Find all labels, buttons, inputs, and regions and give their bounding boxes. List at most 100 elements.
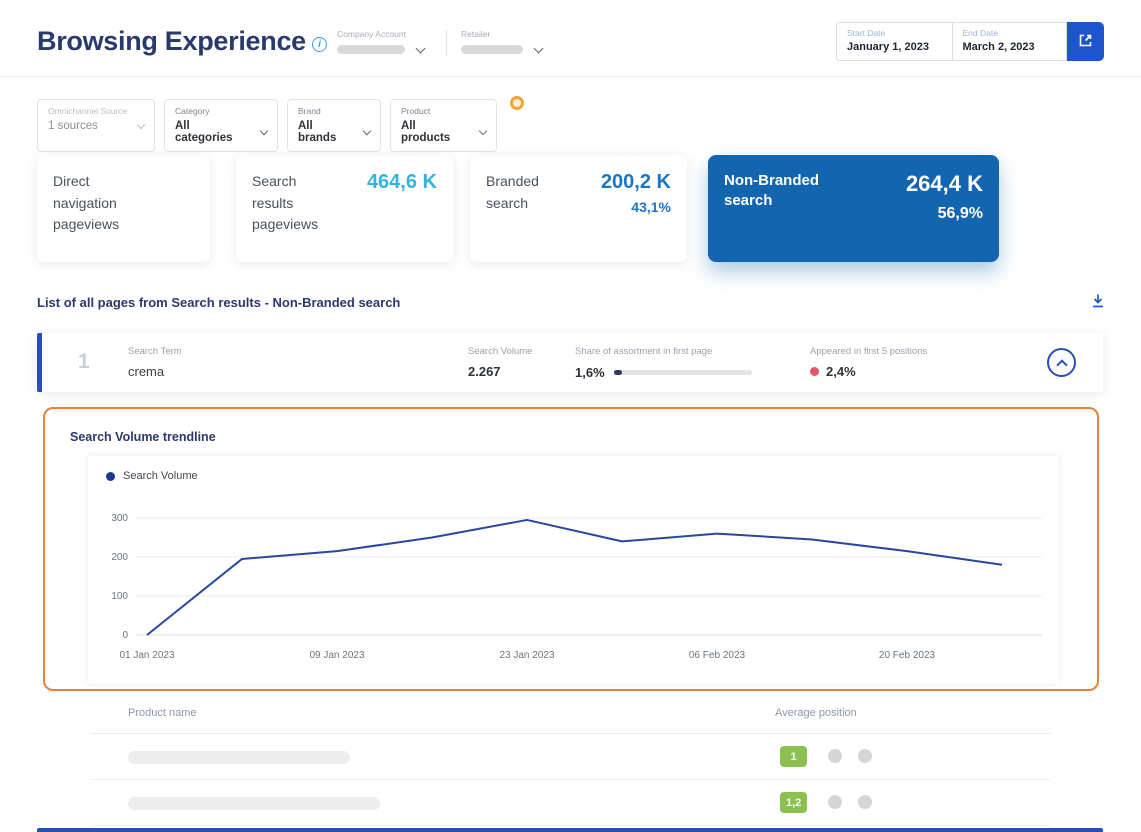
kpi-title: Branded search — [486, 171, 561, 246]
svg-text:200: 200 — [111, 552, 128, 563]
share-value: 1,6% — [575, 365, 605, 380]
start-date-value: January 1, 2023 — [847, 41, 942, 53]
filter-label: Brand — [298, 106, 370, 116]
download-button[interactable] — [1089, 293, 1107, 311]
filter-value: All brands — [298, 120, 350, 144]
omnichannel-source-filter[interactable]: Omnichannel Source 1 sources — [37, 99, 155, 152]
position-badge: 1,2 — [780, 792, 807, 813]
start-date-label: Start Date — [847, 28, 942, 38]
svg-text:06 Feb 2023: 06 Feb 2023 — [689, 650, 746, 661]
search-term-label: Search Term — [128, 346, 182, 357]
legend-dot-icon — [106, 472, 115, 481]
chevron-down-icon — [534, 43, 544, 53]
filter-value: All categories — [175, 120, 247, 144]
trendline-panel: Search Volume trendline Search Volume 01… — [43, 407, 1099, 691]
position-indicator-dot — [858, 795, 872, 809]
kpi-title: Direct navigation pageviews — [53, 171, 148, 236]
share-label: Share of assortment in first page — [575, 346, 752, 357]
export-icon — [1077, 32, 1094, 52]
position-indicator-dot — [858, 749, 872, 763]
product-row[interactable]: 1 — [90, 734, 1050, 780]
column-header-average-position: Average position — [775, 707, 857, 719]
svg-text:100: 100 — [111, 591, 128, 602]
retailer-select[interactable]: Retailer — [461, 29, 542, 54]
product-filter[interactable]: Product All products — [390, 99, 497, 152]
chevron-down-icon — [363, 127, 371, 135]
kpi-card-non-branded-search-active[interactable]: Non-Branded search 264,4 K 56,9% — [708, 155, 999, 262]
kpi-title: Non-Branded search — [724, 171, 844, 246]
filter-bar: Omnichannel Source 1 sources Category Al… — [37, 99, 497, 152]
header-divider — [446, 30, 447, 56]
kpi-card-branded-search[interactable]: Branded search 200,2 K 43,1% — [470, 155, 687, 262]
appeared-value: 2,4% — [826, 364, 856, 379]
product-table: Product name Average position 1 1,2 — [90, 700, 1050, 826]
column-header-product-name: Product name — [128, 707, 196, 719]
kpi-card-direct-navigation[interactable]: Direct navigation pageviews — [37, 155, 210, 262]
chevron-down-icon — [260, 127, 268, 135]
row-rank: 1 — [78, 350, 90, 374]
brand-filter[interactable]: Brand All brands — [287, 99, 381, 152]
appeared-label: Appeared in first 5 positions — [810, 346, 927, 357]
collapse-row-button[interactable] — [1047, 348, 1076, 377]
kpi-value: 200,2 K — [601, 171, 671, 194]
end-date-value: March 2, 2023 — [963, 41, 1057, 53]
category-filter[interactable]: Category All categories — [164, 99, 278, 152]
product-name-redacted — [128, 797, 380, 810]
filter-label: Product — [401, 106, 486, 116]
chevron-down-icon — [416, 43, 426, 53]
svg-text:23 Jan 2023: 23 Jan 2023 — [499, 650, 554, 661]
page-title: Browsing Experience — [37, 26, 306, 57]
search-volume-label: Search Volume — [468, 346, 532, 357]
chevron-up-icon — [1056, 359, 1067, 370]
kpi-share: 43,1% — [631, 199, 671, 215]
company-account-value-redacted — [337, 45, 405, 54]
product-row[interactable]: 1,2 — [90, 780, 1050, 826]
kpi-value: 464,6 K — [367, 171, 437, 246]
svg-text:09 Jan 2023: 09 Jan 2023 — [309, 650, 364, 661]
chevron-down-icon — [479, 127, 487, 135]
kpi-card-search-results[interactable]: Search results pageviews 464,6 K — [236, 155, 453, 262]
search-volume-value: 2.267 — [468, 364, 532, 379]
kpi-title: Search results pageviews — [252, 171, 332, 246]
header-rule — [0, 76, 1141, 77]
download-icon — [1090, 297, 1106, 312]
position-badge: 1 — [780, 746, 807, 767]
end-date-field[interactable]: End Date March 2, 2023 — [952, 23, 1067, 60]
search-term-row[interactable]: 1 Search Term crema Search Volume 2.267 … — [37, 333, 1103, 392]
kpi-share: 56,9% — [938, 205, 983, 223]
share-progress-bar — [614, 370, 752, 375]
product-name-redacted — [128, 751, 350, 764]
share-progress-fill — [614, 370, 622, 375]
filter-label: Category — [175, 106, 267, 116]
search-term-value: crema — [128, 364, 182, 379]
filter-label: Omnichannel Source — [48, 106, 144, 116]
filter-value: All products — [401, 120, 466, 144]
position-indicator-dot — [828, 795, 842, 809]
info-icon[interactable] — [312, 37, 327, 52]
svg-text:0: 0 — [122, 630, 128, 641]
svg-text:01 Jan 2023: 01 Jan 2023 — [119, 650, 174, 661]
svg-text:20 Feb 2023: 20 Feb 2023 — [879, 650, 936, 661]
next-row-top-edge — [37, 828, 1103, 832]
product-table-header: Product name Average position — [90, 700, 1050, 734]
filter-value: 1 sources — [48, 120, 98, 132]
chevron-down-icon — [137, 121, 145, 129]
browsing-experience-page: Browsing Experience Company Account Reta… — [0, 0, 1141, 832]
position-indicator-dot — [828, 749, 842, 763]
legend-label: Search Volume — [123, 470, 198, 482]
trendline-chart-svg: 0 100 200 300 01 Jan 2023 09 Jan 2023 23 Jan 2… — [98, 500, 1048, 672]
start-date-field[interactable]: Start Date January 1, 2023 — [837, 23, 952, 60]
retailer-value-redacted — [461, 45, 523, 54]
section-title: List of all pages from Search results - … — [37, 295, 400, 310]
company-account-label: Company Account — [337, 29, 424, 39]
kpi-value: 264,4 K — [906, 171, 983, 197]
legend-item-search-volume[interactable]: Search Volume — [106, 470, 198, 482]
company-account-select[interactable]: Company Account — [337, 29, 424, 54]
end-date-label: End Date — [963, 28, 1057, 38]
trendline-chart-card: Search Volume 0 100 200 300 01 Jan 2023 09 Ja… — [88, 456, 1059, 684]
date-range-picker: Start Date January 1, 2023 End Date Marc… — [836, 22, 1067, 61]
retailer-label: Retailer — [461, 29, 542, 39]
trendline-title: Search Volume trendline — [70, 430, 216, 444]
export-report-button[interactable] — [1067, 22, 1104, 61]
svg-text:300: 300 — [111, 513, 128, 524]
